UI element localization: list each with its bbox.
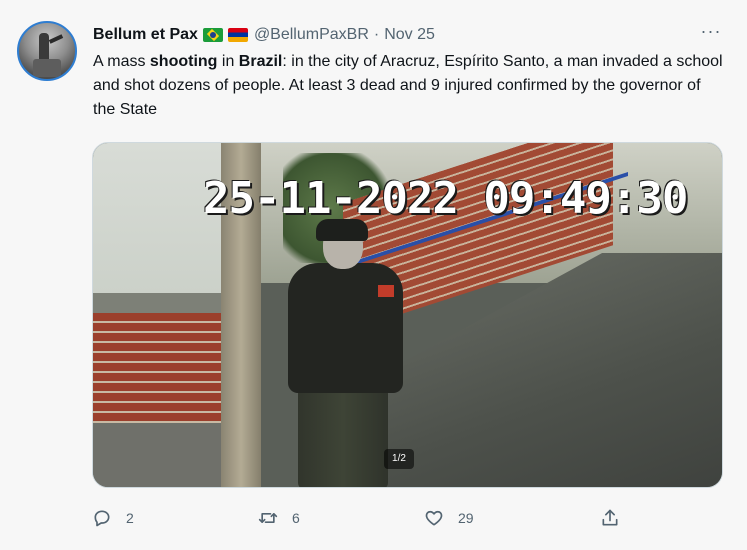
retweet-button[interactable]: 6 [258, 505, 300, 531]
tweet-card[interactable]: Bellum et Pax @BellumPaxBR · Nov 25 ··· … [0, 0, 747, 550]
person-legs [298, 388, 388, 487]
tweet-actions: 2 6 29 [92, 505, 723, 531]
reply-button[interactable]: 2 [92, 505, 134, 531]
share-button[interactable] [600, 505, 620, 531]
cctv-timestamp: 25-11-2022 09:49:30 [203, 173, 688, 224]
retweet-count: 6 [292, 510, 300, 526]
tweet-text-part: A mass [93, 53, 150, 70]
tweet-date[interactable]: Nov 25 [384, 26, 435, 44]
brazil-flag-icon [202, 28, 223, 42]
more-options-icon[interactable]: ··· [700, 22, 722, 44]
like-button[interactable]: 29 [424, 505, 474, 531]
avatar-figure-arm [48, 34, 64, 44]
separator: · [373, 26, 380, 43]
tweet-media-video[interactable]: 25-11-2022 09:49:30 1/2 [92, 142, 723, 488]
share-icon [602, 509, 618, 526]
reply-count: 2 [126, 510, 134, 526]
person-body [288, 263, 403, 393]
like-count: 29 [458, 510, 474, 526]
tweet-text-bold: Brazil [238, 53, 283, 70]
avatar-figure-base [33, 59, 61, 77]
author-handle[interactable]: @BellumPaxBR [254, 26, 369, 44]
tweet-text: A mass shooting in Brazil: in the city o… [93, 50, 723, 122]
tweet-header: Bellum et Pax @BellumPaxBR · Nov 25 [93, 24, 435, 46]
person-patch [378, 285, 394, 297]
reply-icon [94, 510, 110, 527]
media-counter: 1/2 [384, 449, 414, 469]
heart-icon [425, 510, 443, 526]
tweet-text-bold: shooting [149, 53, 218, 70]
media-left-brick [93, 313, 225, 423]
tweet-text-part: in [217, 53, 239, 70]
author-name[interactable]: Bellum et Pax [93, 26, 198, 44]
avatar[interactable] [17, 21, 77, 81]
armenia-flag-icon [227, 28, 248, 42]
retweet-icon [258, 513, 278, 523]
